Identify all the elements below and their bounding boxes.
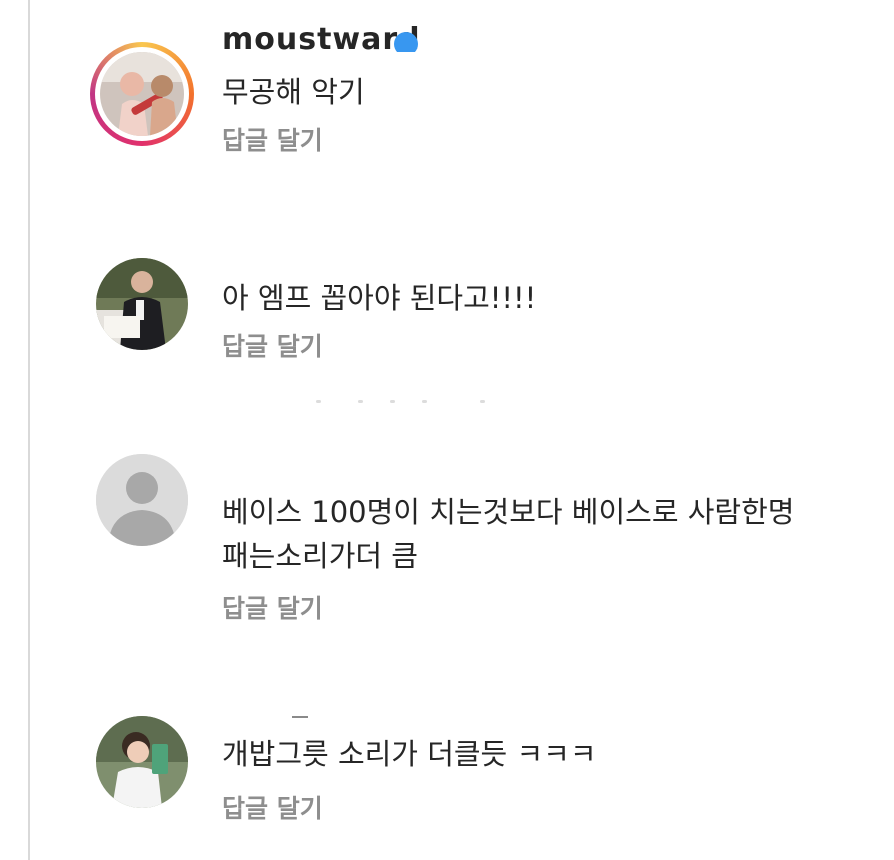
comment-item: 베이스 100명이 치는것보다 베이스로 사람한명 패는소리가더 큼 답글 달기 bbox=[96, 454, 886, 638]
avatar-photo-image bbox=[96, 716, 188, 808]
reply-button[interactable]: 답글 달기 bbox=[222, 331, 323, 363]
faint-separator bbox=[316, 400, 496, 406]
avatar[interactable] bbox=[96, 258, 188, 350]
comments-page: moustward 무공해 악기 답글 달기 아 엠프 꼽아야 된다고!!!! … bbox=[0, 0, 894, 860]
comment-text: 무공해 악기 bbox=[222, 75, 365, 109]
avatar-photo-image bbox=[96, 258, 188, 350]
thread-divider-line bbox=[28, 0, 30, 860]
avatar[interactable] bbox=[96, 716, 188, 808]
default-user-icon-image bbox=[96, 454, 188, 546]
reply-button[interactable]: 답글 달기 bbox=[222, 593, 323, 625]
default-user-icon[interactable] bbox=[96, 454, 188, 546]
comment-text: 개밥그릇 소리가 더클듯 ㅋㅋㅋ bbox=[222, 737, 597, 771]
reply-button[interactable]: 답글 달기 bbox=[222, 793, 323, 825]
reply-button[interactable]: 답글 달기 bbox=[222, 125, 323, 157]
comment-item: 아 엠프 꼽아야 된다고!!!! 답글 달기 bbox=[96, 258, 886, 370]
comment-text-line: 패는소리가더 큼 bbox=[222, 539, 418, 573]
avatar-photo bbox=[100, 52, 184, 136]
comment-item: 무공해 악기 답글 달기 bbox=[90, 42, 886, 168]
avatar-photo-image bbox=[100, 52, 184, 136]
comment-text-line: 베이스 100명이 치는것보다 베이스로 사람한명 bbox=[222, 495, 795, 529]
comment-text: 아 엠프 꼽아야 된다고!!!! bbox=[222, 281, 537, 315]
avatar[interactable] bbox=[90, 42, 194, 146]
comment-item: 개밥그릇 소리가 더클듯 ㅋㅋㅋ 답글 달기 bbox=[96, 716, 886, 838]
